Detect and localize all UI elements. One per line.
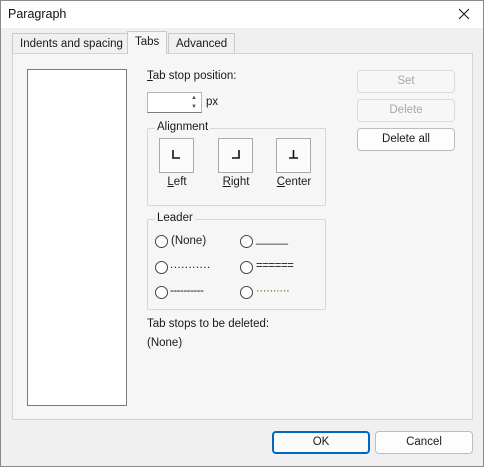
align-center-icon [289,150,298,159]
leader-middots-label: ·········· [256,285,290,297]
to-delete-value: (None) [147,337,183,349]
spin-down-icon[interactable]: ▼ [188,103,200,112]
alignment-group-title: Alignment [155,121,211,133]
leader-dots-radio[interactable] [155,261,168,274]
align-right-label: Right [222,176,250,188]
unit-label: px [206,96,219,108]
ok-button[interactable]: OK [272,431,370,454]
leader-equals-label: ====== [256,260,294,272]
cancel-button[interactable]: Cancel [375,431,473,454]
tab-tabs[interactable]: Tabs [127,31,168,54]
leader-dashes-radio[interactable] [155,286,168,299]
tab-advanced[interactable]: Advanced [168,33,236,54]
align-center-label: Center [276,176,312,188]
align-left-button[interactable] [159,138,194,173]
tab-stop-position-stepper[interactable]: ▲ ▼ [147,92,202,113]
align-left-icon [172,150,180,159]
tab-indents-and-spacing[interactable]: Indents and spacing [12,33,131,54]
leader-none-label: (None) [171,235,207,247]
tab-stop-position-label: Tab stop position: [147,70,237,82]
leader-none-radio[interactable] [155,235,168,248]
leader-group-title: Leader [155,212,195,224]
to-delete-label: Tab stops to be deleted: [147,318,270,330]
leader-underline-radio[interactable] [240,235,253,248]
title-bar: Paragraph [1,1,483,28]
window-title: Paragraph [8,7,67,21]
leader-dots-label: ........... [170,259,211,271]
leader-middots-radio[interactable] [240,286,253,299]
tabs-panel: Tab stop position: ▲ ▼ px Alignment Left [12,53,473,420]
delete-button[interactable]: Delete [357,99,455,122]
alignment-group: Alignment Left Right Center [147,121,326,206]
align-right-button[interactable] [218,138,253,173]
leader-underline-label: _____ [256,233,288,245]
leader-group: Leader (None) _____ ........... ====== -… [147,212,326,310]
align-right-icon [232,150,240,159]
tab-stops-list[interactable] [27,69,127,406]
spin-up-icon[interactable]: ▲ [188,94,200,103]
align-left-label: Left [167,176,187,188]
align-center-button[interactable] [276,138,311,173]
leader-dashes-label: ---------- [170,285,204,297]
close-button[interactable] [453,4,475,24]
set-button[interactable]: Set [357,70,455,93]
delete-all-button[interactable]: Delete all [357,128,455,151]
close-icon [458,8,470,20]
paragraph-dialog: Paragraph Indents and spacing Tabs Advan… [0,0,484,467]
leader-equals-radio[interactable] [240,261,253,274]
